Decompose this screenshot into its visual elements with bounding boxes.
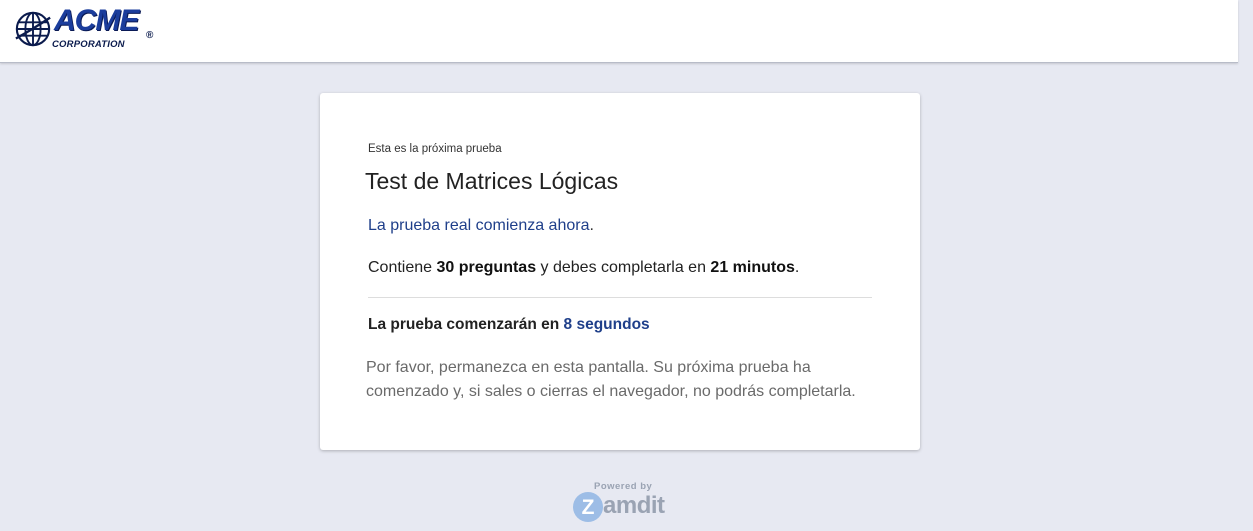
summary-prefix: Contiene — [368, 259, 437, 276]
divider — [368, 297, 872, 298]
zamdit-wordmark: amdit — [603, 492, 665, 519]
summary-middle: y debes completarla en — [536, 259, 711, 276]
stay-on-screen-note: Por favor, permanezca en esta pantalla. … — [366, 359, 856, 400]
globe-icon — [15, 11, 51, 47]
logo-wordmark: ACME — [54, 4, 139, 37]
starts-now-text: La prueba real comienza ahora — [368, 217, 590, 234]
top-bar: ACME CORPORATION ® — [0, 0, 1238, 63]
zamdit-logo-icon: Z — [573, 492, 603, 522]
acme-logo[interactable]: ACME CORPORATION ® — [14, 4, 164, 54]
zamdit-initial: Z — [582, 496, 595, 519]
test-intro-card: Esta es la próxima prueba Test de Matric… — [320, 93, 920, 450]
starts-now-period: . — [589, 217, 594, 234]
registered-mark: ® — [146, 30, 154, 41]
next-test-label: Esta es la próxima prueba — [368, 143, 502, 155]
question-count: 30 preguntas — [436, 259, 537, 276]
countdown-time: 8 segundos — [563, 316, 650, 333]
time-limit: 21 minutos — [710, 259, 795, 276]
countdown-prefix: La prueba comenzarán en — [368, 316, 564, 333]
summary-suffix: . — [794, 259, 800, 276]
test-title: Test de Matrices Lógicas — [365, 168, 619, 194]
starts-now-message: La prueba real comienza ahora. — [368, 217, 594, 235]
test-summary: Contiene 30 preguntas y debes completarl… — [368, 259, 799, 277]
logo-subtitle: CORPORATION — [52, 39, 125, 50]
countdown-message: La prueba comenzarán en 8 segundos — [368, 316, 650, 334]
powered-by-zamdit[interactable]: Powered by Z amdit — [572, 481, 668, 523]
